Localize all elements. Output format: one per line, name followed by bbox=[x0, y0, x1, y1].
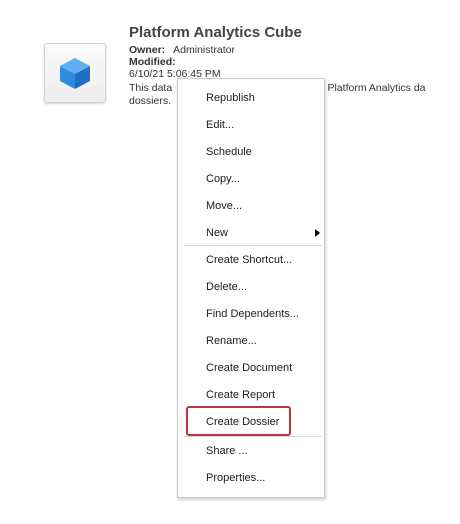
menu-item-new[interactable]: New bbox=[178, 220, 324, 246]
menu-item-move[interactable]: Move... bbox=[178, 193, 324, 219]
submenu-arrow-icon bbox=[315, 229, 320, 237]
menu-item-create-report[interactable]: Create Report bbox=[178, 382, 324, 408]
menu-item-copy[interactable]: Copy... bbox=[178, 166, 324, 192]
description-left: This data bbox=[129, 82, 173, 94]
create-dossier-highlight-box bbox=[186, 406, 291, 436]
menu-item-properties[interactable]: Properties... bbox=[178, 465, 324, 491]
menu-item-find-dependents[interactable]: Find Dependents... bbox=[178, 301, 324, 327]
menu-item-delete[interactable]: Delete... bbox=[178, 274, 324, 300]
menu-item-republish[interactable]: Republish bbox=[178, 85, 324, 111]
menu-item-share[interactable]: Share ... bbox=[178, 438, 324, 464]
description-line2: dossiers. bbox=[129, 95, 172, 107]
cube-object-tile[interactable] bbox=[44, 43, 106, 103]
object-title[interactable]: Platform Analytics Cube bbox=[129, 24, 302, 41]
cube-icon bbox=[60, 58, 90, 89]
menu-item-create-document[interactable]: Create Document bbox=[178, 355, 324, 381]
menu-item-edit[interactable]: Edit... bbox=[178, 112, 324, 138]
owner-label: Owner: bbox=[129, 44, 166, 56]
owner-row: Owner: Administrator bbox=[129, 44, 235, 56]
menu-item-rename[interactable]: Rename... bbox=[178, 328, 324, 354]
owner-value: Administrator bbox=[173, 44, 236, 56]
menu-separator bbox=[184, 436, 322, 437]
menu-item-schedule[interactable]: Schedule bbox=[178, 139, 324, 165]
modified-label: Modified: bbox=[129, 56, 176, 68]
menu-item-create-shortcut[interactable]: Create Shortcut... bbox=[178, 247, 324, 273]
menu-separator bbox=[184, 245, 322, 246]
modified-row: Modified: bbox=[129, 56, 176, 68]
